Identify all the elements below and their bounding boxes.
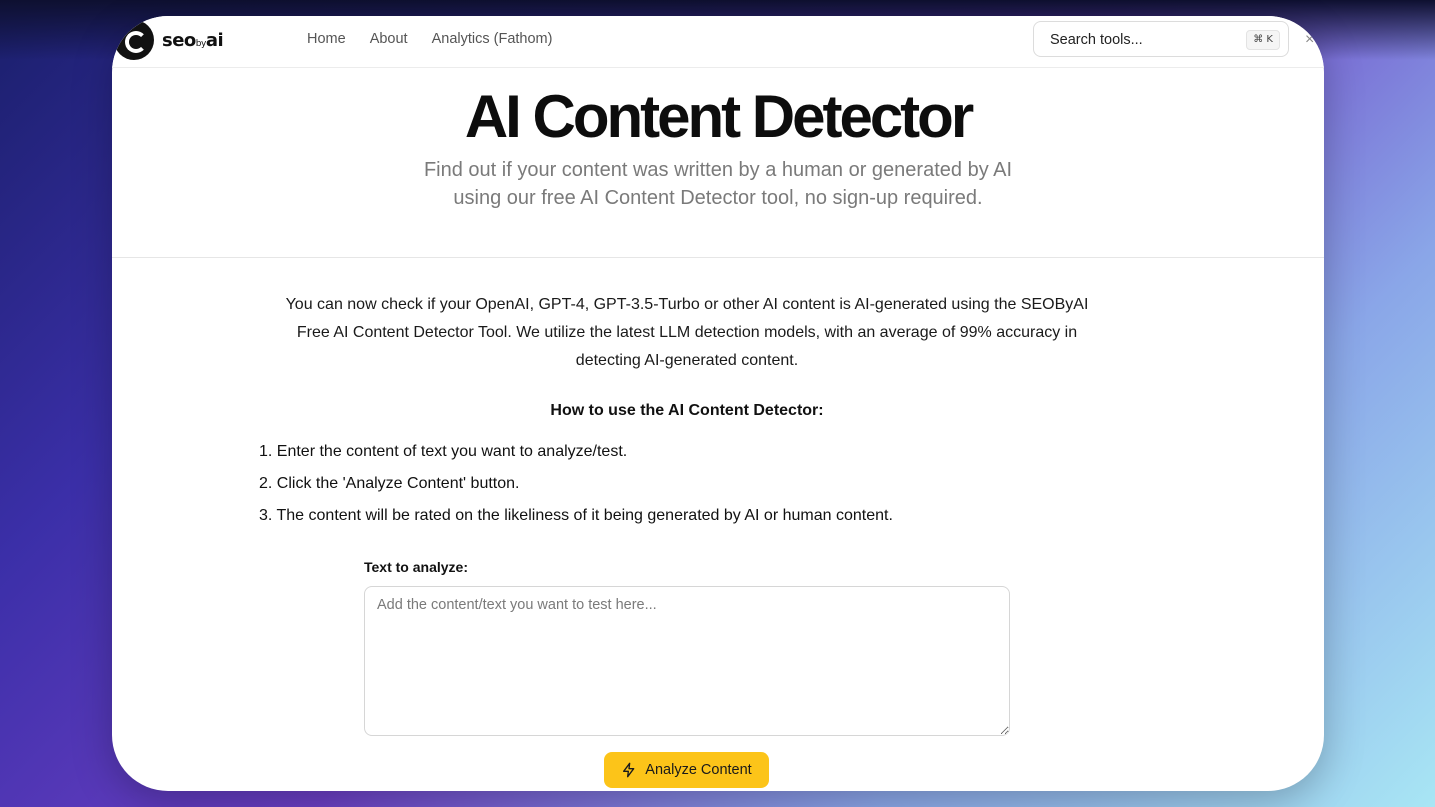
analyze-button-label: Analyze Content <box>645 762 752 778</box>
page-title: AI Content Detector <box>464 83 974 150</box>
list-item: 1. Enter the content of text you want to… <box>259 443 628 460</box>
logo-wordmark: seobyai <box>162 29 224 51</box>
text-to-analyze-label: Text to analyze: <box>364 559 468 575</box>
howto-steps: 1. Enter the content of text you want to… <box>259 436 893 532</box>
list-item: 2. Click the 'Analyze Content' button. <box>259 475 520 492</box>
shortcut-badge: ⌘ K <box>1246 30 1280 50</box>
nav-links: Home About Analytics (Fathom) <box>307 31 552 47</box>
intro-paragraph: You can now check if your OpenAI, GPT-4,… <box>285 296 1089 369</box>
search-tools-button[interactable]: Search tools... ⌘ K <box>1033 21 1289 57</box>
search-label: Search tools... <box>1050 32 1143 48</box>
howto-heading: How to use the AI Content Detector: <box>550 402 824 419</box>
nav-link-analytics[interactable]: Analytics (Fathom) <box>432 31 553 47</box>
text-to-analyze-input[interactable] <box>364 586 1010 736</box>
logo-mark-icon <box>114 20 154 60</box>
close-icon[interactable]: × <box>1305 31 1314 49</box>
site-logo[interactable]: seobyai <box>114 20 224 60</box>
bolt-icon <box>623 762 635 778</box>
list-item: 3. The content will be rated on the like… <box>259 507 893 524</box>
page-subtitle: Find out if your content was written by … <box>423 159 1013 209</box>
hero-section: AI Content Detector Find out if your con… <box>112 68 1324 258</box>
nav-link-about[interactable]: About <box>370 31 408 47</box>
analyze-content-button[interactable]: Analyze Content <box>604 752 769 788</box>
browser-window: seobyai Home About Analytics (Fathom) Se… <box>112 16 1324 791</box>
nav-link-home[interactable]: Home <box>307 31 346 47</box>
top-navbar: seobyai Home About Analytics (Fathom) Se… <box>112 16 1324 68</box>
